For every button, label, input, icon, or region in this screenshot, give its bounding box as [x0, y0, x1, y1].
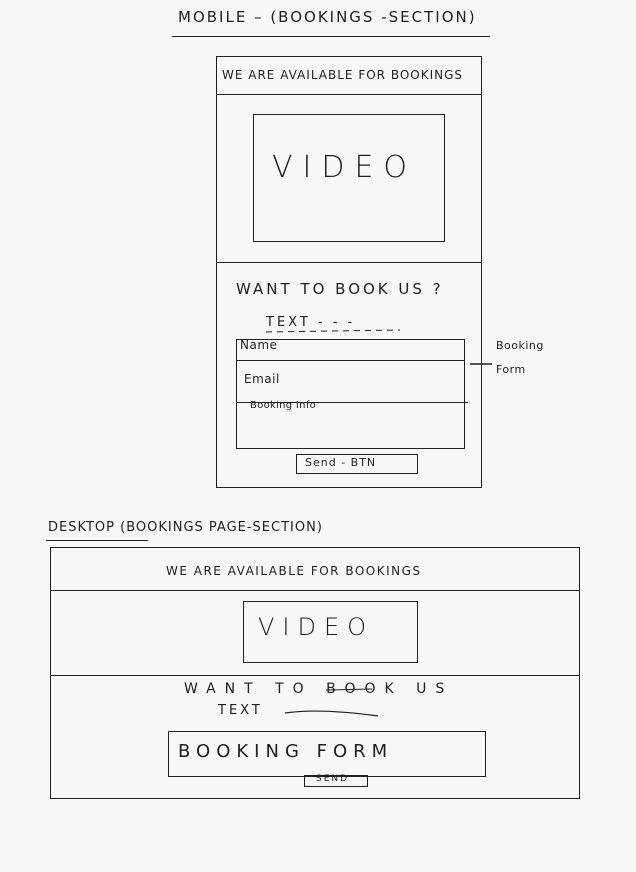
mobile-name-field-line — [237, 360, 464, 361]
desktop-send-button-label: SEND — [316, 774, 350, 784]
mobile-heading-underline — [172, 36, 490, 37]
sketch-page: MOBILE – (BOOKINGS -SECTION) WE ARE AVAI… — [0, 0, 636, 872]
desktop-banner-divider — [51, 590, 579, 591]
mobile-email-field[interactable]: Email — [244, 372, 280, 386]
mobile-video-divider — [217, 262, 481, 263]
desktop-heading-underline — [46, 540, 148, 541]
mobile-cta-heading: WANT TO BOOK US ? — [236, 280, 444, 298]
mobile-banner-divider — [217, 94, 481, 95]
desktop-video-label: VIDEO — [258, 613, 375, 641]
mobile-video-label: VIDEO — [272, 150, 418, 185]
desktop-banner: WE ARE AVAILABLE FOR BOOKINGS — [166, 564, 422, 578]
mobile-booking-form — [236, 339, 465, 449]
desktop-cta-heading: WANT TO BOOK US — [184, 681, 454, 697]
desktop-video-divider — [51, 675, 579, 676]
mobile-text-placeholder: TEXT - - - — [266, 315, 356, 330]
mobile-booking-info-field[interactable]: Booking Info — [250, 400, 316, 411]
booking-form-annotation: Booking Form — [496, 339, 544, 376]
desktop-booking-form-label: BOOKING FORM — [178, 741, 394, 762]
desktop-text-placeholder: TEXT — [218, 703, 263, 718]
mobile-send-button-label: Send - BTN — [305, 456, 377, 469]
mobile-heading: MOBILE – (BOOKINGS -SECTION) — [178, 8, 477, 26]
mobile-banner: WE ARE AVAILABLE FOR BOOKINGS — [222, 68, 464, 82]
mobile-name-field[interactable]: Name — [240, 338, 277, 352]
desktop-heading: DESKTOP (BOOKINGS PAGE-SECTION) — [48, 520, 323, 535]
